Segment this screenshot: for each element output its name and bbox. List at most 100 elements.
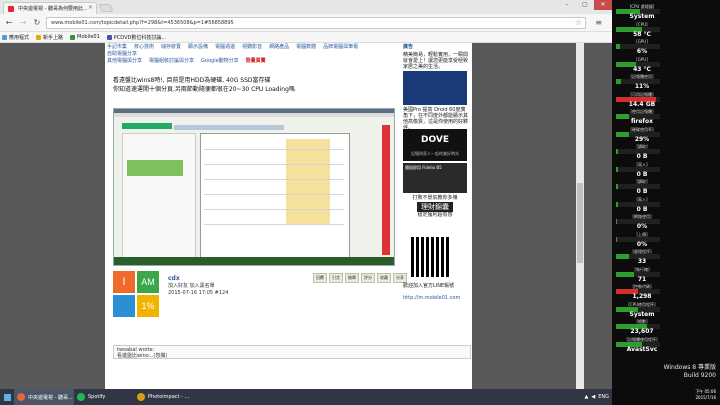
subnav-link[interactable]: 其他電腦與分享 <box>107 58 142 64</box>
taskbar-label: Spotify <box>88 394 106 400</box>
menu-icon[interactable]: ≡ <box>595 18 602 27</box>
finance-title: 打敗不景氣教你多賺 <box>412 195 458 201</box>
system-monitor-gadget: [CPU 處理器] System [CPU] 58 °C [GPU] 6% [GPU] 43 … <box>612 0 720 405</box>
sidebar-ad-image-1[interactable] <box>403 71 467 105</box>
metric-value: AvastSvc <box>626 345 658 353</box>
tray-expand-icon[interactable]: ▲ <box>585 394 589 400</box>
subnav-link[interactable]: 手記市集 <box>107 44 127 50</box>
bookmark-mobile01[interactable]: Mobile01 <box>70 32 100 42</box>
input-language[interactable]: ENG <box>598 394 609 400</box>
image-row <box>204 149 344 150</box>
chrome-window: 中央遊電視 - 聽哥為何要用此... × – ▢ ✕ ← → ↻ www.mob… <box>0 0 612 389</box>
quote-button[interactable]: 引言 <box>329 273 343 283</box>
image-logo <box>122 123 172 129</box>
spotify-icon <box>77 393 85 401</box>
favorite-button[interactable]: 收藏 <box>377 273 391 283</box>
chrome-icon <box>17 393 25 401</box>
sidebar-title: 廣告 <box>403 44 414 50</box>
image-highlight-column <box>286 139 330 225</box>
back-arrow-icon[interactable]: ← <box>4 18 14 28</box>
bookmark-label: 新手上路 <box>43 34 64 41</box>
subnav-link[interactable]: 電腦組裝討論與分享 <box>149 58 194 64</box>
bookmark-newbie[interactable]: 新手上路 <box>36 32 63 42</box>
subnav-hot-link[interactable]: 限量買賣 <box>246 58 266 64</box>
avatar-cell: AM <box>137 271 159 293</box>
subnav-link[interactable]: 視聽影音 <box>242 44 262 50</box>
author-meta: 加入好友 加入黑名單 2015-07-16 17:05 #124 <box>168 283 228 297</box>
author-friend-links[interactable]: 加入好友 加入黑名單 <box>168 283 228 290</box>
post-line-1: 看遠盤比wins8時!, 目前是用HDD為硬碟, 40G SSD當存碟 <box>113 77 271 84</box>
subnav-link[interactable]: 網路產品 <box>269 44 289 50</box>
post-screenshot-image[interactable] <box>113 108 395 266</box>
volume-icon[interactable]: ◀ <box>591 394 595 400</box>
forward-arrow-icon[interactable]: → <box>18 18 28 28</box>
close-tab-icon[interactable]: × <box>88 4 93 11</box>
post-actions: 回覆 引言 檢舉 評分 收藏 分享 <box>313 273 407 283</box>
fidelio-title: 隨插即用 Fidelio B5 <box>405 165 442 170</box>
taskbar-item-chrome[interactable]: 中央遊電視 - 聽哥... <box>14 389 74 405</box>
subnav-link[interactable]: 電腦軟體 <box>296 44 316 50</box>
image-ad-strip <box>382 125 390 255</box>
finance-badge: 理財錦囊 <box>417 202 453 212</box>
subnav-link[interactable]: 顯示設備 <box>188 44 208 50</box>
clock-date: 2015/7/16 <box>695 395 716 400</box>
reload-icon[interactable]: ↻ <box>32 18 42 28</box>
avatar[interactable]: I AM 1% <box>113 271 159 317</box>
author-name[interactable]: cdx <box>168 275 180 282</box>
image-sidebar <box>122 133 196 263</box>
window-controls: – ▢ ✕ <box>558 0 612 10</box>
subnav-link[interactable]: 儲存裝置 <box>161 44 181 50</box>
pcdvd-icon <box>106 34 112 40</box>
bookmark-star-icon[interactable]: ☆ <box>575 18 582 27</box>
tab-title: 中央遊電視 - 聽哥為何要用此... <box>18 6 88 12</box>
minimize-button[interactable]: – <box>558 0 576 10</box>
sidebar-qr-text: 歡迎加入官方LINE帳號 <box>403 283 455 289</box>
sidebar-qr-url[interactable]: http://m.mobile01.com <box>403 295 469 301</box>
screen: 中央遊電視 - 聽哥為何要用此... × – ▢ ✕ ← → ↻ www.mob… <box>0 0 720 405</box>
qr-code-icon[interactable] <box>411 237 451 277</box>
apps-icon <box>2 34 7 40</box>
rate-button[interactable]: 評分 <box>361 273 375 283</box>
avatar-cell: 1% <box>137 295 159 317</box>
scrollbar-thumb[interactable] <box>577 183 583 263</box>
post-text: 看遠盤比wins8時!, 目前是用HDD為硬碟, 40G SSD當存碟 你知道速… <box>113 76 295 94</box>
metric-value: 0 B <box>636 170 648 178</box>
subnav-link[interactable]: 品牌電腦與筆電 <box>323 44 358 50</box>
bookmark-apps[interactable]: 應用程式 <box>2 32 29 42</box>
page-viewport: 手記市集 核心技術 儲存裝置 顯示設備 電腦週邊 視聽影音 網路產品 電腦軟體 品牌電腦與筆電自… <box>0 43 612 389</box>
subnav-link[interactable]: 核心技術 <box>134 44 154 50</box>
image-tabs <box>174 125 284 130</box>
sidebar-text-1[interactable]: 精美簡易，輕鬆實用，一瞬間就會愛上！讓您更能享受極致家居之美的生活。 <box>403 52 469 70</box>
start-button[interactable] <box>0 389 14 405</box>
subnav-link[interactable]: 電腦週邊 <box>215 44 235 50</box>
windows-logo-icon <box>3 393 11 401</box>
metric-value: 71 <box>637 275 647 283</box>
address-bar[interactable]: www.mobile01.com/topicdetail.php?f=298&t… <box>46 17 586 29</box>
metric-value: System <box>629 13 655 20</box>
reply-button[interactable]: 回覆 <box>313 273 327 283</box>
maximize-button[interactable]: ▢ <box>576 0 594 10</box>
sidebar-ad-dove[interactable]: DOVE 記憶與家人一起的美好時光 <box>403 129 467 161</box>
image-toolbar <box>114 113 394 117</box>
subnav-link[interactable]: Google動物分享 <box>201 58 239 64</box>
metric-value: 0% <box>636 240 648 248</box>
folder-icon <box>36 34 42 40</box>
report-button[interactable]: 檢舉 <box>345 273 359 283</box>
image-row <box>204 179 344 180</box>
taskbar-item-photoimpact[interactable]: Photoimpact - ... <box>134 389 194 405</box>
sidebar-ad-fidelio[interactable]: 隨插即用 Fidelio B5 <box>403 163 467 193</box>
taskbar-clock[interactable]: 下午 05:06 2015/7/16 <box>695 389 716 401</box>
metric-value: 33 <box>637 258 647 265</box>
bookmark-pcdvd[interactable]: PCDVD數位科技討論... <box>106 32 166 42</box>
subnav-link[interactable]: 自助電腦分享 <box>107 51 137 57</box>
sidebar-ad-finance[interactable]: 打敗不景氣教你多賺 理財錦囊 穩定獲利超有感 <box>403 195 467 231</box>
page-scrollbar[interactable] <box>576 43 584 389</box>
site-favicon-icon <box>8 6 14 12</box>
metric-value: 1,298 <box>632 293 652 300</box>
sidebar-text-2[interactable]: 美國Pro 提高 Droid 60度廣角下，在不同度外都能顯示其他高像質，這是你… <box>403 107 469 131</box>
active-tab[interactable]: 中央遊電視 - 聽哥為何要用此... × <box>3 2 97 14</box>
taskbar-item-spotify[interactable]: Spotify <box>74 389 134 405</box>
new-tab-button[interactable] <box>98 4 114 12</box>
post-timestamp: 2015-07-16 17:05 #124 <box>168 290 229 296</box>
close-window-button[interactable]: ✕ <box>594 0 612 10</box>
